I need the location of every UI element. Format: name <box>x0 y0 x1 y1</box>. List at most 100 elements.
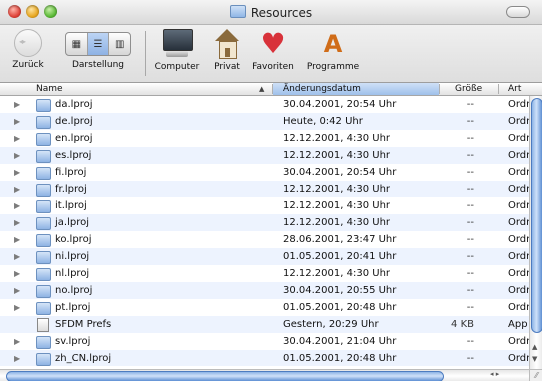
scroll-left-right-arrows-icon[interactable]: ◂ ▸ <box>490 370 499 378</box>
folder-icon <box>36 183 51 197</box>
disclosure-triangle-icon[interactable]: ▶ <box>14 181 20 198</box>
computer-button[interactable]: Computer <box>152 29 202 72</box>
column-view-icon[interactable]: ▥ <box>109 33 130 55</box>
disclosure-triangle-icon[interactable]: ▶ <box>14 248 20 265</box>
list-item[interactable]: ▶ fi.lproj 30.04.2001, 20:54 Uhr -- Ordner <box>0 164 529 181</box>
back-button[interactable]: Zurück <box>10 29 46 70</box>
file-size: -- <box>466 234 474 246</box>
list-item[interactable]: ▶ ko.lproj 28.06.2001, 23:47 Uhr -- Ordner <box>0 231 529 248</box>
horizontal-scroll-thumb[interactable] <box>6 371 444 381</box>
modified-date: 01.05.2001, 20:41 Uhr <box>283 251 397 263</box>
file-kind: Ordner <box>508 183 529 195</box>
file-kind: Ordner <box>508 99 529 110</box>
file-kind: Ordner <box>508 200 529 212</box>
scroll-up-arrow-icon[interactable]: ▲ <box>532 343 537 351</box>
toolbar-toggle-button[interactable] <box>506 6 530 18</box>
folder-icon <box>36 251 51 265</box>
document-icon <box>37 317 49 332</box>
file-kind: Ordner <box>508 166 529 178</box>
column-kind[interactable]: Art <box>508 83 529 95</box>
file-name: es.lproj <box>55 149 92 161</box>
disclosure-triangle-icon[interactable]: ▶ <box>14 147 20 164</box>
applications-button[interactable]: A Programme <box>303 29 363 72</box>
disclosure-triangle-icon[interactable]: ▶ <box>14 333 20 350</box>
applications-icon: A <box>323 30 343 58</box>
computer-icon <box>161 29 193 59</box>
column-divider[interactable] <box>439 84 440 94</box>
file-size: -- <box>466 268 474 279</box>
disclosure-triangle-icon[interactable]: ▶ <box>14 350 20 367</box>
list-item[interactable]: ▶ fr.lproj 12.12.2001, 4:30 Uhr -- Ordner <box>0 180 529 198</box>
disclosure-triangle-icon[interactable]: ▶ <box>14 113 20 130</box>
list-item[interactable]: ▶ no.lproj 30.04.2001, 20:55 Uhr -- Ordner <box>0 281 529 299</box>
list-item[interactable]: ▶ ja.lproj 12.12.2001, 4:30 Uhr -- Ordner <box>0 214 529 232</box>
disclosure-triangle-icon[interactable]: ▶ <box>14 231 20 248</box>
vertical-scroll-thumb[interactable] <box>531 98 542 333</box>
disclosure-triangle-icon[interactable]: ▶ <box>14 164 20 181</box>
modified-date: Heute, 0:42 Uhr <box>283 115 363 127</box>
column-date[interactable]: Änderungsdatum <box>273 83 439 95</box>
list-item[interactable]: ▶ nl.lproj 12.12.2001, 4:30 Uhr -- Ordner <box>0 265 529 282</box>
list-item[interactable]: SFDM Prefs Gestern, 20:29 Uhr 4 KB App <box>0 315 529 333</box>
resize-grip-icon[interactable]: ⁄⁄ <box>529 369 542 381</box>
list-item[interactable]: ▶ es.lproj 12.12.2001, 4:30 Uhr -- Ordner <box>0 146 529 164</box>
horizontal-scrollbar[interactable]: ◂ ▸ <box>0 369 529 381</box>
scroll-down-arrow-icon[interactable]: ▼ <box>532 355 537 363</box>
column-header: Name ▲ Änderungsdatum Größe Art <box>0 83 542 96</box>
list-item[interactable]: ▶ zh_CN.lproj 01.05.2001, 20:48 Uhr -- Ordne… <box>0 349 529 367</box>
list-view-icon[interactable]: ☰ <box>87 33 110 55</box>
list-item[interactable]: ▶ pt.lproj 01.05.2001, 20:48 Uhr -- Ordner <box>0 299 529 316</box>
file-size: -- <box>466 352 474 364</box>
file-size: -- <box>466 183 474 195</box>
folder-icon <box>36 200 51 214</box>
file-name: fi.lproj <box>55 166 87 178</box>
file-list[interactable]: ▶ da.lproj 30.04.2001, 20:54 Uhr -- Ordner ▶ d… <box>0 96 529 369</box>
list-item[interactable]: ▶ de.lproj Heute, 0:42 Uhr -- Ordner <box>0 112 529 130</box>
column-divider[interactable] <box>498 84 499 94</box>
column-name[interactable]: Name <box>20 83 288 95</box>
view-control: ▦ ☰ ▥ Darstellung <box>58 29 138 70</box>
file-kind: Ordner <box>508 268 529 279</box>
disclosure-triangle-icon[interactable]: ▶ <box>14 130 20 147</box>
modified-date: 12.12.2001, 4:30 Uhr <box>283 183 391 195</box>
favorites-button[interactable]: ♥ Favoriten <box>248 27 298 73</box>
home-button[interactable]: Privat <box>207 29 247 72</box>
file-size: -- <box>466 284 474 296</box>
file-name: nl.lproj <box>55 268 90 279</box>
file-kind: App <box>508 318 528 330</box>
list-item[interactable]: ▶ it.lproj 12.12.2001, 4:30 Uhr -- Ordner <box>0 197 529 214</box>
list-item[interactable]: ▶ sv.lproj 30.04.2001, 21:04 Uhr -- Ordner <box>0 333 529 350</box>
file-name: ja.lproj <box>55 217 89 229</box>
modified-date: 12.12.2001, 4:30 Uhr <box>283 132 391 144</box>
toolbar: Zurück ▦ ☰ ▥ Darstellung Computer Privat… <box>0 25 542 83</box>
disclosure-triangle-icon[interactable]: ▶ <box>14 96 20 113</box>
list-item[interactable]: ▶ ni.lproj 01.05.2001, 20:41 Uhr -- Ordner <box>0 248 529 265</box>
file-name: SFDM Prefs <box>55 318 112 330</box>
disclosure-triangle-icon[interactable]: ▶ <box>14 299 20 316</box>
disclosure-triangle-icon[interactable]: ▶ <box>14 282 20 299</box>
file-name: fr.lproj <box>55 183 87 195</box>
file-name: de.lproj <box>55 115 93 127</box>
vertical-scrollbar[interactable]: ▲ ▼ <box>529 96 542 369</box>
icon-view-icon[interactable]: ▦ <box>66 33 88 55</box>
disclosure-triangle-icon[interactable]: ▶ <box>14 214 20 231</box>
file-kind: Ordner <box>508 217 529 229</box>
file-kind: Ordner <box>508 301 529 313</box>
file-size: -- <box>466 251 474 263</box>
file-kind: Ordner <box>508 132 529 144</box>
disclosure-triangle-icon[interactable]: ▶ <box>14 197 20 214</box>
list-item[interactable]: ▶ en.lproj 12.12.2001, 4:30 Uhr -- Ordner <box>0 130 529 147</box>
modified-date: 12.12.2001, 4:30 Uhr <box>283 217 391 229</box>
view-label: Darstellung <box>71 60 125 70</box>
title-bar[interactable]: Resources <box>0 0 542 25</box>
modified-date: 30.04.2001, 21:04 Uhr <box>283 335 397 347</box>
column-size[interactable]: Größe <box>455 83 495 95</box>
disclosure-triangle-icon[interactable]: ▶ <box>14 265 20 282</box>
file-name: ko.lproj <box>55 234 92 246</box>
back-arrow-icon <box>14 29 42 57</box>
file-kind: Ordner <box>508 115 529 127</box>
list-item[interactable]: ▶ da.lproj 30.04.2001, 20:54 Uhr -- Ordner <box>0 96 529 113</box>
view-segmented-control[interactable]: ▦ ☰ ▥ <box>65 32 131 56</box>
favorites-label: Favoriten <box>252 62 294 72</box>
heart-icon: ♥ <box>260 27 286 60</box>
